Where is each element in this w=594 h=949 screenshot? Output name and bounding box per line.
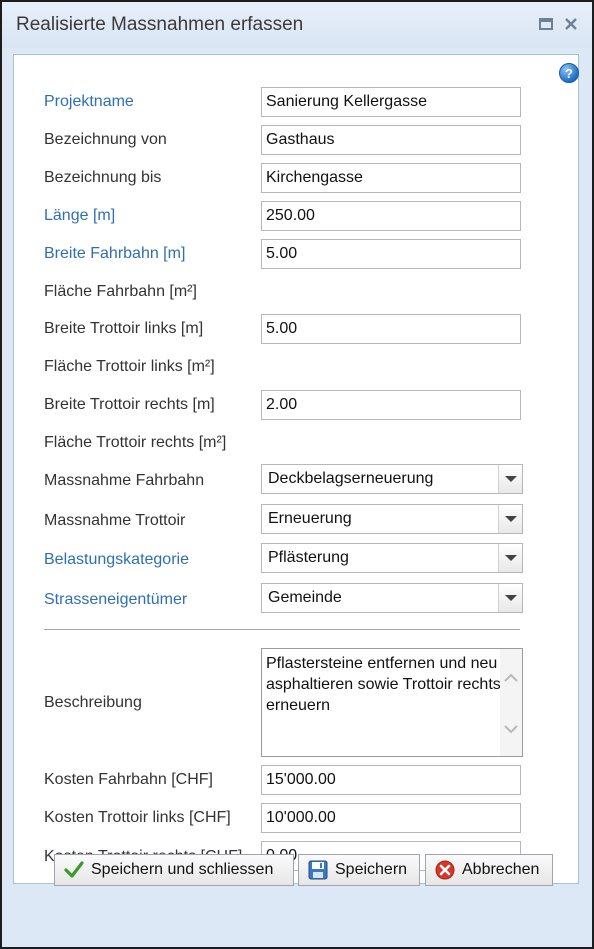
belastungskategorie-select[interactable]: Pflästerung [261, 543, 523, 573]
label-projektname: Projektname [44, 93, 134, 110]
strasseneigentuemer-value: Gemeinde [268, 589, 342, 606]
dialog-window: Realisierte Massnahmen erfassen ? Projek… [0, 0, 594, 949]
cancel-icon [434, 859, 456, 881]
title-bar[interactable]: Realisierte Massnahmen erfassen [2, 2, 592, 48]
breite-trottoir-links-field[interactable]: 5.00 [261, 314, 521, 344]
label-strasseneigentuemer: Strasseneigentümer [44, 591, 188, 608]
bezeichnung-von-field[interactable]: Gasthaus [261, 125, 521, 155]
cancel-label: Abbrechen [462, 861, 540, 878]
massnahme-trottoir-value: Erneuerung [268, 510, 352, 527]
floppy-disk-icon [307, 859, 329, 881]
label-laenge: Länge [m] [44, 207, 116, 224]
label-kosten-trottoir-links: Kosten Trottoir links [CHF] [44, 809, 231, 826]
massnahme-fahrbahn-select[interactable]: Deckbelagserneuerung [261, 464, 523, 494]
massnahme-trottoir-select[interactable]: Erneuerung [261, 504, 523, 534]
label-breite-fahrbahn: Breite Fahrbahn [m] [44, 245, 186, 262]
scroll-up-icon[interactable] [504, 669, 518, 687]
cancel-button[interactable]: Abbrechen [425, 854, 553, 886]
form-panel: ? Projektname Sanierung Kellergasse Beze… [13, 54, 579, 884]
belastungskategorie-value: Pflästerung [268, 549, 349, 566]
bezeichnung-bis-field[interactable]: Kirchengasse [261, 163, 521, 193]
label-flaeche-fahrbahn: Fläche Fahrbahn [m²] [44, 283, 197, 300]
breite-fahrbahn-field[interactable]: 5.00 [261, 239, 521, 269]
label-beschreibung: Beschreibung [44, 694, 142, 711]
scroll-down-icon[interactable] [504, 721, 518, 739]
breite-trottoir-rechts-field[interactable]: 2.00 [261, 390, 521, 420]
chevron-down-icon[interactable] [498, 465, 522, 493]
save-button[interactable]: Speichern [298, 854, 420, 886]
close-icon[interactable] [561, 14, 581, 34]
textarea-scrollbar[interactable] [500, 649, 522, 756]
label-breite-trottoir-rechts: Breite Trottoir rechts [m] [44, 396, 215, 413]
window-title: Realisierte Massnahmen erfassen [16, 14, 304, 35]
kosten-trottoir-links-field[interactable]: 10'000.00 [261, 803, 521, 833]
label-breite-trottoir-links: Breite Trottoir links [m] [44, 320, 204, 337]
massnahme-fahrbahn-value: Deckbelagserneuerung [268, 470, 434, 487]
save-label: Speichern [335, 861, 408, 878]
beschreibung-textarea[interactable]: Pflastersteine entfernen und neu asphalt… [261, 648, 523, 757]
label-bezeichnung-von: Bezeichnung von [44, 131, 167, 148]
label-kosten-fahrbahn: Kosten Fahrbahn [CHF] [44, 771, 213, 788]
help-icon[interactable]: ? [559, 63, 579, 83]
maximize-icon[interactable] [536, 14, 556, 34]
label-massnahme-trottoir: Massnahme Trottoir [44, 512, 186, 529]
chevron-down-icon[interactable] [498, 584, 522, 612]
save-and-close-button[interactable]: Speichern und schliessen [54, 854, 294, 886]
label-flaeche-trottoir-links: Fläche Trottoir links [m²] [44, 358, 215, 375]
strasseneigentuemer-select[interactable]: Gemeinde [261, 583, 523, 613]
label-flaeche-trottoir-rechts: Fläche Trottoir rechts [m²] [44, 434, 227, 451]
chevron-down-icon[interactable] [498, 544, 522, 572]
beschreibung-text: Pflastersteine entfernen und neu asphalt… [266, 655, 501, 714]
label-belastungskategorie: Belastungskategorie [44, 551, 189, 568]
save-and-close-label: Speichern und schliessen [91, 861, 274, 878]
laenge-field[interactable]: 250.00 [261, 201, 521, 231]
chevron-down-icon[interactable] [498, 505, 522, 533]
label-massnahme-fahrbahn: Massnahme Fahrbahn [44, 472, 205, 489]
checkmark-icon [63, 859, 85, 881]
section-divider [44, 629, 520, 630]
projektname-field[interactable]: Sanierung Kellergasse [261, 87, 521, 117]
label-bezeichnung-bis: Bezeichnung bis [44, 169, 162, 186]
kosten-fahrbahn-field[interactable]: 15'000.00 [261, 765, 521, 795]
